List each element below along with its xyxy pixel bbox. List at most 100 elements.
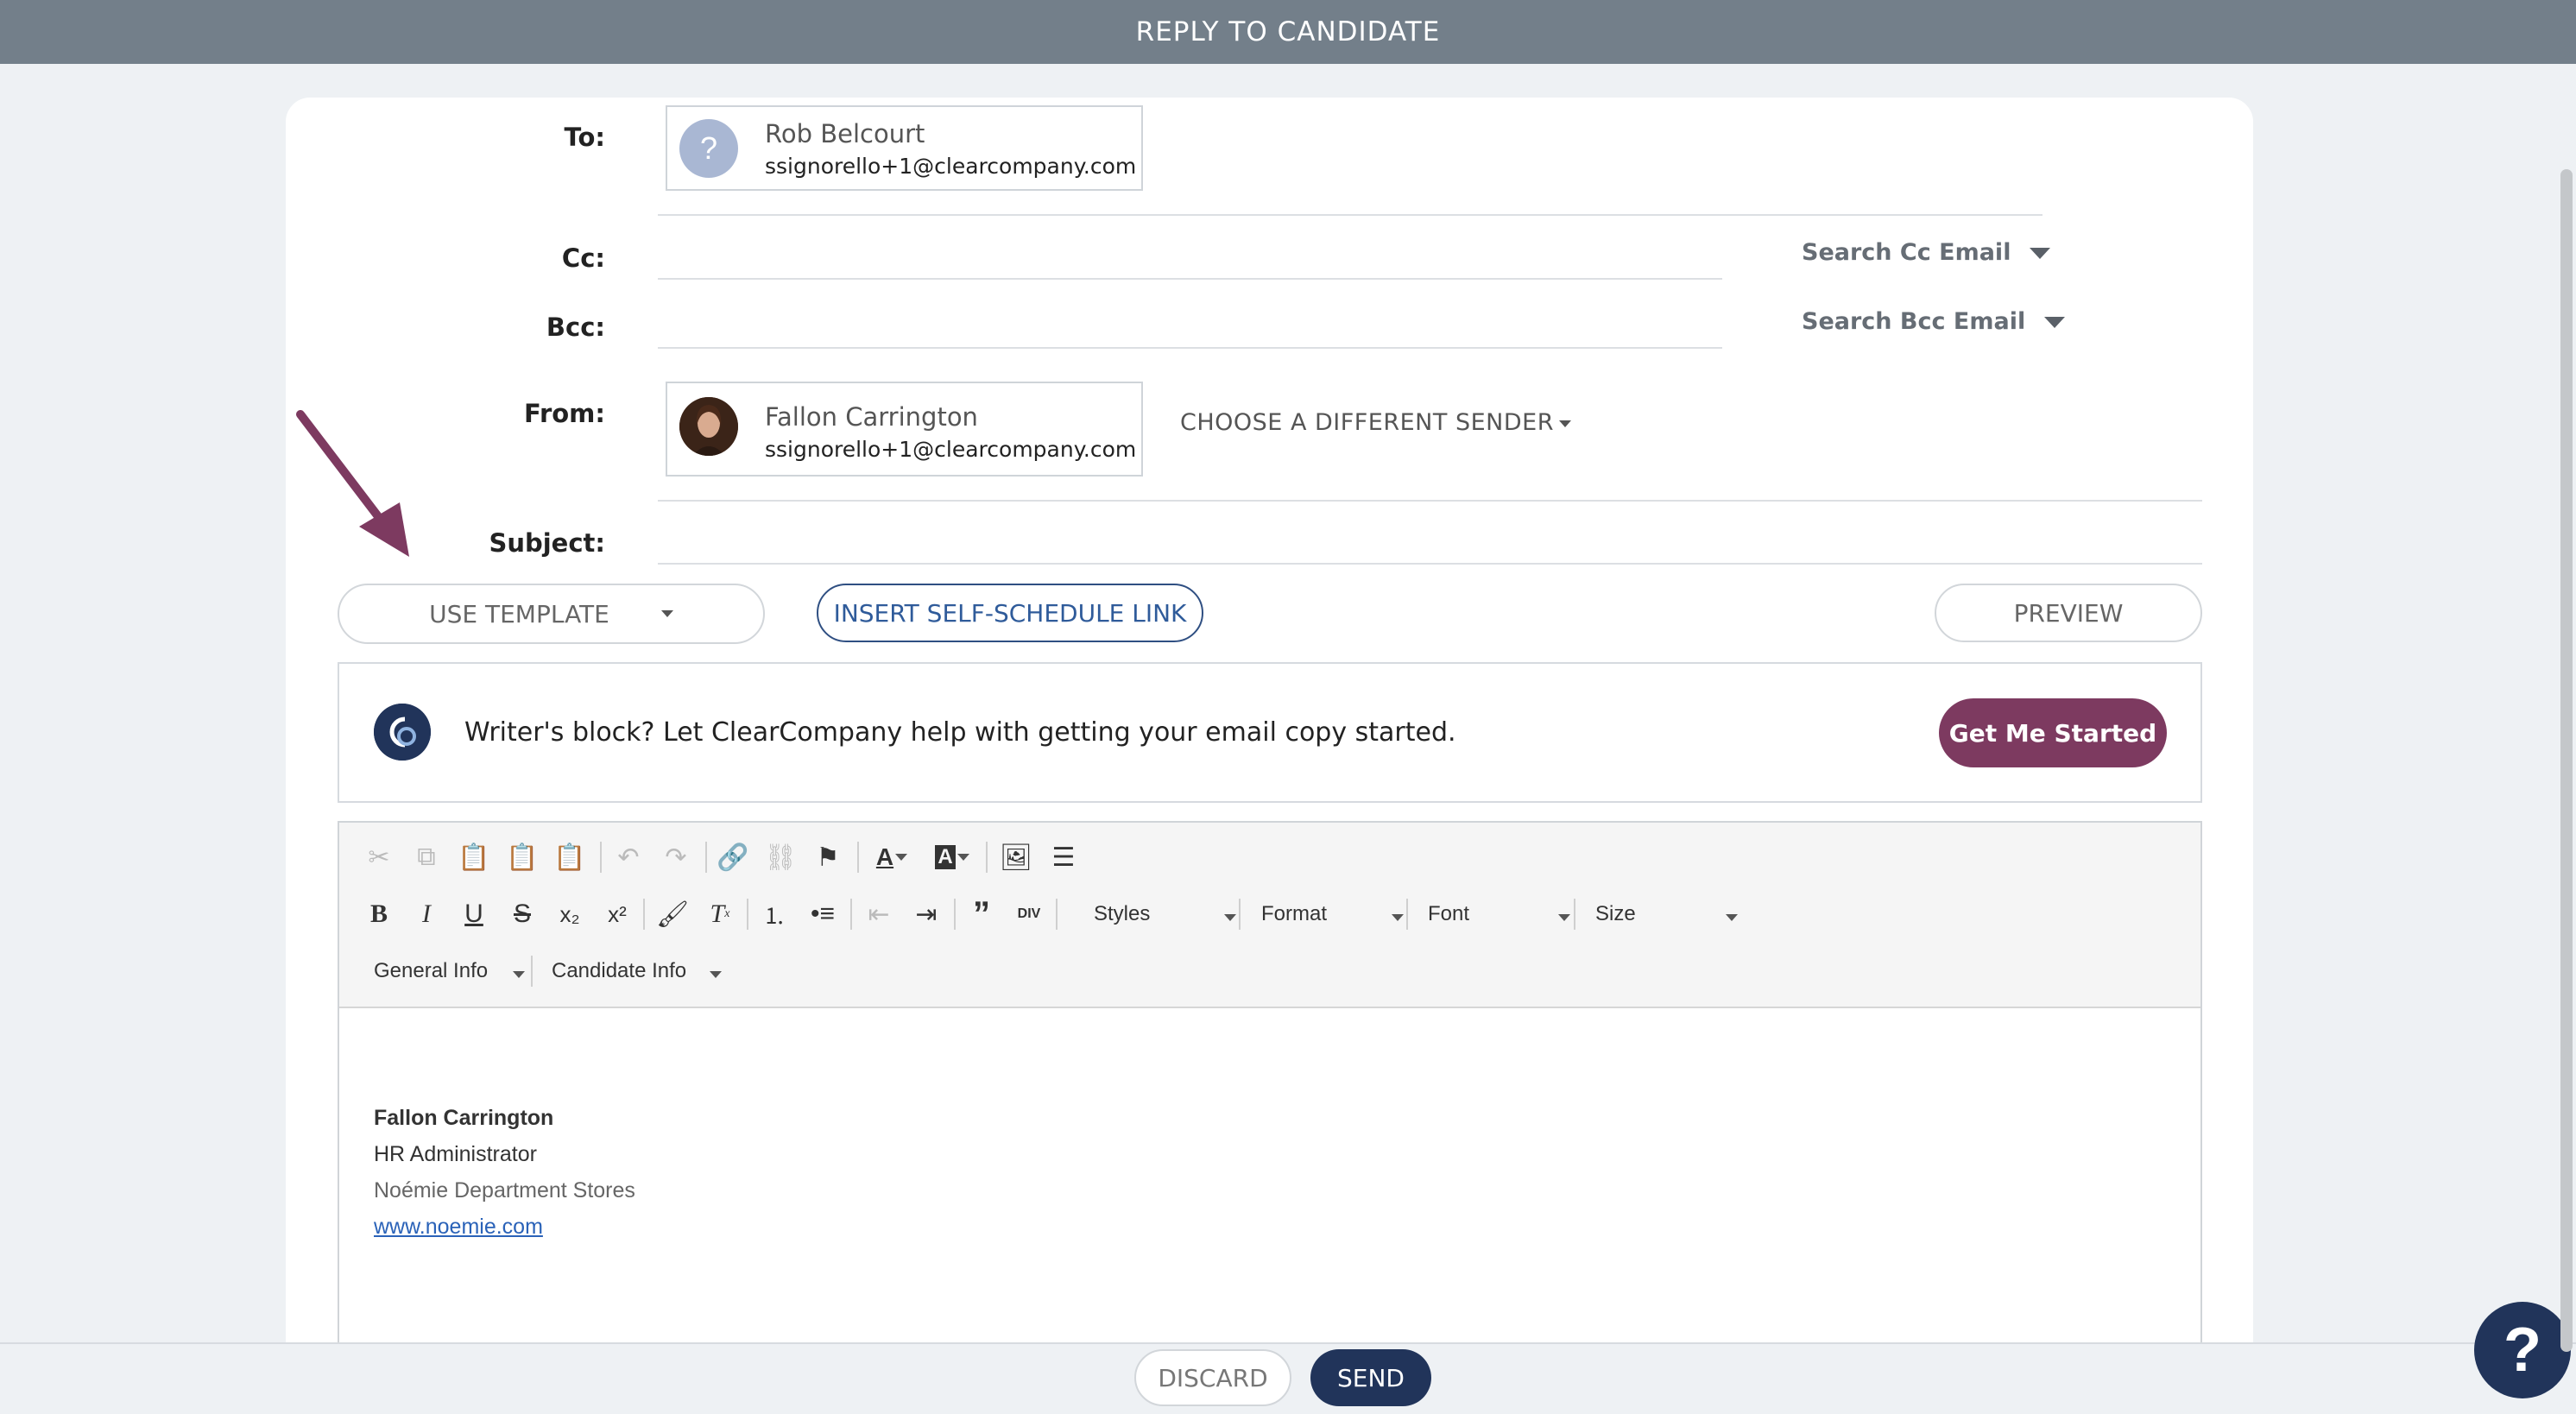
- cc-search-dropdown[interactable]: Search Cc Email: [1802, 239, 2051, 266]
- styles-label: Styles: [1094, 902, 1151, 925]
- unlink-icon[interactable]: ⛓: [763, 840, 798, 874]
- from-sender-name: Fallon Carrington: [765, 402, 978, 432]
- signature-website-link[interactable]: www.noemie.com: [374, 1215, 543, 1240]
- toolbar-separator: [1056, 899, 1058, 930]
- redo-icon[interactable]: ↷: [659, 840, 693, 874]
- clearcompany-logo-icon: [374, 704, 431, 761]
- toolbar-separator: [850, 899, 852, 930]
- modal-header: REPLY TO CANDIDATE: [0, 0, 2576, 64]
- format-dropdown[interactable]: Format: [1261, 902, 1404, 928]
- page-scrollbar[interactable]: [2560, 169, 2573, 1352]
- use-template-dropdown[interactable]: USE TEMPLATE: [338, 584, 765, 644]
- subject-input[interactable]: [658, 563, 2202, 565]
- chevron-down-icon: [2030, 248, 2051, 259]
- numbered-list-icon[interactable]: ⒈: [757, 897, 792, 931]
- caret-down-icon: [1558, 914, 1570, 921]
- toolbar-separator: [986, 842, 988, 873]
- caret-down-icon: [1726, 914, 1738, 921]
- to-underline: [658, 214, 2042, 216]
- copy-icon[interactable]: ⧉: [409, 840, 444, 874]
- use-template-label: USE TEMPLATE: [429, 599, 609, 628]
- toolbar-separator: [747, 899, 748, 930]
- choose-sender-label: CHOOSE A DIFFERENT SENDER: [1180, 409, 1554, 436]
- bold-icon[interactable]: B: [362, 897, 396, 931]
- caret-down-icon: [660, 610, 673, 617]
- format-label: Format: [1261, 902, 1328, 925]
- caret-down-icon: [710, 971, 722, 978]
- image-icon[interactable]: 🖼: [999, 840, 1033, 874]
- sender-photo-icon: [679, 397, 738, 456]
- editor-toolbar: ✂ ⧉ 📋 📋 📋 ↶ ↷ 🔗 ⛓ ⚑ A A 🖼 ☰ B I U S x₂ x…: [339, 823, 2200, 1008]
- underline-icon[interactable]: U: [457, 897, 491, 931]
- blockquote-icon[interactable]: ”: [964, 895, 999, 933]
- rich-text-editor[interactable]: ✂ ⧉ 📋 📋 📋 ↶ ↷ 🔗 ⛓ ⚑ A A 🖼 ☰ B I U S x₂ x…: [338, 821, 2202, 1414]
- signature-company: Noémie Department Stores: [374, 1178, 635, 1203]
- choose-sender-dropdown[interactable]: CHOOSE A DIFFERENT SENDER: [1180, 409, 1571, 436]
- unknown-avatar-icon: ?: [679, 119, 738, 178]
- writers-block-banner: Writer's block? Let ClearCompany help wi…: [338, 662, 2202, 803]
- general-info-label: General Info: [374, 959, 489, 982]
- text-color-icon[interactable]: A: [871, 840, 912, 874]
- bcc-label: Bcc:: [546, 312, 605, 342]
- toolbar-separator: [643, 899, 645, 930]
- toolbar-separator: [531, 956, 533, 987]
- anchor-icon[interactable]: ⚑: [811, 840, 845, 874]
- caret-down-icon: [1558, 420, 1571, 427]
- toolbar-separator: [1239, 899, 1241, 930]
- caret-down-icon: [1392, 914, 1404, 921]
- bcc-search-label: Search Bcc Email: [1802, 308, 2026, 335]
- paste-icon[interactable]: 📋: [457, 840, 491, 874]
- annotation-arrow-icon: [296, 410, 409, 557]
- help-icon[interactable]: ?: [2474, 1302, 2571, 1398]
- size-dropdown[interactable]: Size: [1595, 902, 1738, 928]
- clearcompany-logo-mark: [374, 704, 431, 761]
- undo-icon[interactable]: ↶: [611, 840, 646, 874]
- styles-dropdown[interactable]: Styles: [1094, 902, 1236, 928]
- increase-indent-icon[interactable]: ⇥: [909, 897, 944, 931]
- superscript-icon[interactable]: x²: [600, 897, 635, 931]
- to-recipient-chip[interactable]: ? Rob Belcourt ssignorello+1@clearcompan…: [666, 105, 1143, 191]
- from-underline: [658, 500, 2202, 502]
- cc-search-label: Search Cc Email: [1802, 239, 2011, 266]
- chevron-down-icon: [2044, 317, 2066, 328]
- insert-self-schedule-link-button[interactable]: INSERT SELF-SCHEDULE LINK: [817, 584, 1203, 642]
- cc-input[interactable]: [658, 278, 1722, 280]
- preview-button[interactable]: PREVIEW: [1935, 584, 2202, 642]
- modal-title: REPLY TO CANDIDATE: [1135, 16, 1441, 47]
- toolbar-separator: [954, 899, 956, 930]
- candidate-info-dropdown[interactable]: Candidate Info: [552, 959, 724, 985]
- writers-block-text: Writer's block? Let ClearCompany help wi…: [464, 717, 1456, 748]
- to-recipient-email: ssignorello+1@clearcompany.com: [765, 154, 1137, 179]
- paste-word-icon[interactable]: 📋: [552, 840, 587, 874]
- send-button[interactable]: SEND: [1310, 1349, 1431, 1406]
- toolbar-separator: [857, 842, 859, 873]
- strikethrough-icon[interactable]: S: [505, 897, 540, 931]
- horizontal-line-icon[interactable]: ☰: [1046, 840, 1081, 874]
- discard-button[interactable]: DISCARD: [1134, 1349, 1291, 1406]
- toolbar-separator: [1574, 899, 1575, 930]
- subscript-icon[interactable]: x₂: [552, 897, 587, 931]
- get-me-started-button[interactable]: Get Me Started: [1939, 698, 2167, 767]
- div-icon[interactable]: DIV: [1012, 897, 1046, 931]
- paste-text-icon[interactable]: 📋: [505, 840, 540, 874]
- toolbar-separator: [705, 842, 707, 873]
- bulleted-list-icon[interactable]: •≡: [805, 897, 840, 931]
- decrease-indent-icon[interactable]: ⇤: [862, 897, 896, 931]
- general-info-dropdown[interactable]: General Info: [374, 959, 529, 985]
- link-icon[interactable]: 🔗: [716, 840, 750, 874]
- to-label: To:: [564, 123, 605, 152]
- signature-title: HR Administrator: [374, 1142, 537, 1166]
- remove-format-icon[interactable]: Tx: [703, 897, 737, 931]
- italic-icon[interactable]: I: [409, 897, 444, 931]
- cut-icon[interactable]: ✂: [362, 840, 396, 874]
- bg-color-icon[interactable]: A: [931, 840, 973, 874]
- copy-format-icon[interactable]: 🖌: [655, 897, 690, 931]
- to-recipient-name: Rob Belcourt: [765, 119, 925, 148]
- sender-avatar: [679, 397, 738, 456]
- font-dropdown[interactable]: Font: [1428, 902, 1570, 928]
- toolbar-separator: [1406, 899, 1408, 930]
- bcc-search-dropdown[interactable]: Search Bcc Email: [1802, 308, 2066, 335]
- bcc-input[interactable]: [658, 347, 1722, 349]
- caret-down-icon: [513, 971, 525, 978]
- from-sender-chip[interactable]: Fallon Carrington ssignorello+1@clearcom…: [666, 382, 1143, 477]
